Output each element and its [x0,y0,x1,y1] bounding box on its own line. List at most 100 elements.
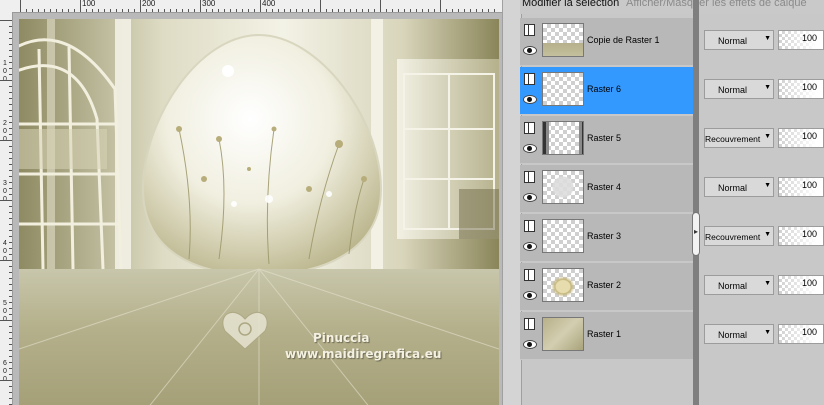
layer-thumbnail[interactable] [542,317,584,351]
layer-thumbnail[interactable] [542,170,584,204]
opacity-slider[interactable]: 100 [778,324,824,344]
layer-row[interactable]: Raster 2 [520,263,693,311]
ruler-tick [140,0,141,12]
layer-thumbnail[interactable] [542,268,584,302]
ruler-tick [260,0,261,12]
chevron-down-icon[interactable]: ▼ [764,329,771,336]
ruler-tick [9,212,12,213]
layer-thumbnail[interactable] [542,219,584,253]
ruler-tick [284,9,285,12]
ruler-tick [9,272,12,273]
layer-name[interactable]: Raster 3 [587,231,621,241]
layer-row[interactable]: Raster 3 [520,214,693,262]
ruler-tick [440,0,441,12]
ruler-tick [9,176,12,177]
ruler-tick [482,9,483,12]
ruler-tick [314,9,315,12]
visibility-eye-icon[interactable] [523,95,537,104]
ruler-tick [9,368,12,369]
layer-type-icon[interactable] [524,122,535,134]
ruler-tick [374,9,375,12]
ruler-tick [9,278,12,279]
ruler-tick [80,0,81,12]
horizontal-ruler: 100 200 300 400 [0,0,502,13]
chevron-down-icon[interactable]: ▼ [764,133,771,140]
opacity-slider[interactable]: 100 [778,226,824,246]
layer-name[interactable]: Raster 4 [587,182,621,192]
layer-row[interactable]: Raster 6 [520,67,693,115]
layer-row[interactable]: Raster 1 [520,312,693,360]
blend-mode-dropdown[interactable]: Normal ▼ [704,79,774,99]
visibility-eye-icon[interactable] [523,242,537,251]
visibility-eye-icon[interactable] [523,46,537,55]
blend-mode-value: Normal [718,85,748,95]
blend-mode-dropdown[interactable]: Normal ▼ [704,30,774,50]
ruler-tick [9,326,12,327]
ruler-label: 100 [82,0,96,8]
ruler-tick [9,44,12,45]
blend-mode-dropdown[interactable]: Normal ▼ [704,177,774,197]
layer-name[interactable]: Raster 6 [587,84,621,94]
document-image[interactable]: Pinuccia www.maidiregrafica.eu [19,19,499,405]
visibility-eye-icon[interactable] [523,291,537,300]
layer-type-icon[interactable] [524,24,535,36]
visibility-eye-icon[interactable] [523,340,537,349]
chevron-down-icon[interactable]: ▼ [764,231,771,238]
ruler-label: 400 [262,0,276,8]
opacity-value: 100 [802,33,818,43]
ruler-tick [188,9,189,12]
layer-name[interactable]: Raster 1 [587,329,621,339]
ruler-tick [9,26,12,27]
ruler-tick [9,116,12,117]
opacity-slider[interactable]: 100 [778,275,824,295]
layer-name[interactable]: Raster 5 [587,133,621,143]
panel-splitter[interactable] [502,0,522,405]
ruler-tick [9,224,12,225]
collapse-handle[interactable]: ▸ [692,212,700,256]
ruler-tick [9,302,12,303]
ruler-tick [9,398,12,399]
layer-name[interactable]: Raster 2 [587,280,621,290]
layer-type-icon[interactable] [524,318,535,330]
edit-selection-button[interactable]: Modifier la sélection [522,0,619,9]
blend-mode-dropdown[interactable]: Normal ▼ [704,324,774,344]
layer-type-icon[interactable] [524,220,535,232]
ruler-tick [404,9,405,12]
blend-mode-dropdown[interactable]: Normal ▼ [704,275,774,295]
opacity-slider[interactable]: 100 [778,79,824,99]
ruler-tick [266,9,267,12]
visibility-eye-icon[interactable] [523,193,537,202]
blend-mode-dropdown[interactable]: Recouvrement ▼ [704,226,774,246]
layer-type-icon[interactable] [524,73,535,85]
layer-row[interactable]: Raster 4 [520,165,693,213]
ruler-tick [9,386,12,387]
layer-type-icon[interactable] [524,171,535,183]
opacity-slider[interactable]: 100 [778,30,824,50]
toggle-layer-effects-button[interactable]: Afficher/Masquer les effets de calque [626,0,807,9]
ruler-tick [9,266,12,267]
ruler-tick [74,9,75,12]
ruler-tick [338,9,339,12]
layer-type-icon[interactable] [524,269,535,281]
layer-name[interactable]: Copie de Raster 1 [587,35,660,45]
layers-divider [693,0,699,405]
ruler-tick [452,9,453,12]
layer-thumbnail[interactable] [542,23,584,57]
blend-mode-dropdown[interactable]: Recouvrement ▼ [704,128,774,148]
canvas-area[interactable]: Pinuccia www.maidiregrafica.eu [13,13,502,405]
layer-row[interactable]: Raster 5 [520,116,693,164]
opacity-slider[interactable]: 100 [778,177,824,197]
chevron-down-icon[interactable]: ▼ [764,280,771,287]
visibility-eye-icon[interactable] [523,144,537,153]
layer-thumbnail[interactable] [542,121,584,155]
chevron-down-icon[interactable]: ▼ [764,84,771,91]
chevron-down-icon[interactable]: ▼ [764,182,771,189]
ruler-tick [9,128,12,129]
opacity-value: 100 [802,82,818,92]
expand-arrow-icon: ▸ [694,227,699,236]
chevron-down-icon[interactable]: ▼ [764,35,771,42]
layer-row[interactable]: Copie de Raster 1 [520,18,693,66]
layer-thumbnail[interactable] [542,72,584,106]
ruler-tick [146,9,147,12]
opacity-slider[interactable]: 100 [778,128,824,148]
